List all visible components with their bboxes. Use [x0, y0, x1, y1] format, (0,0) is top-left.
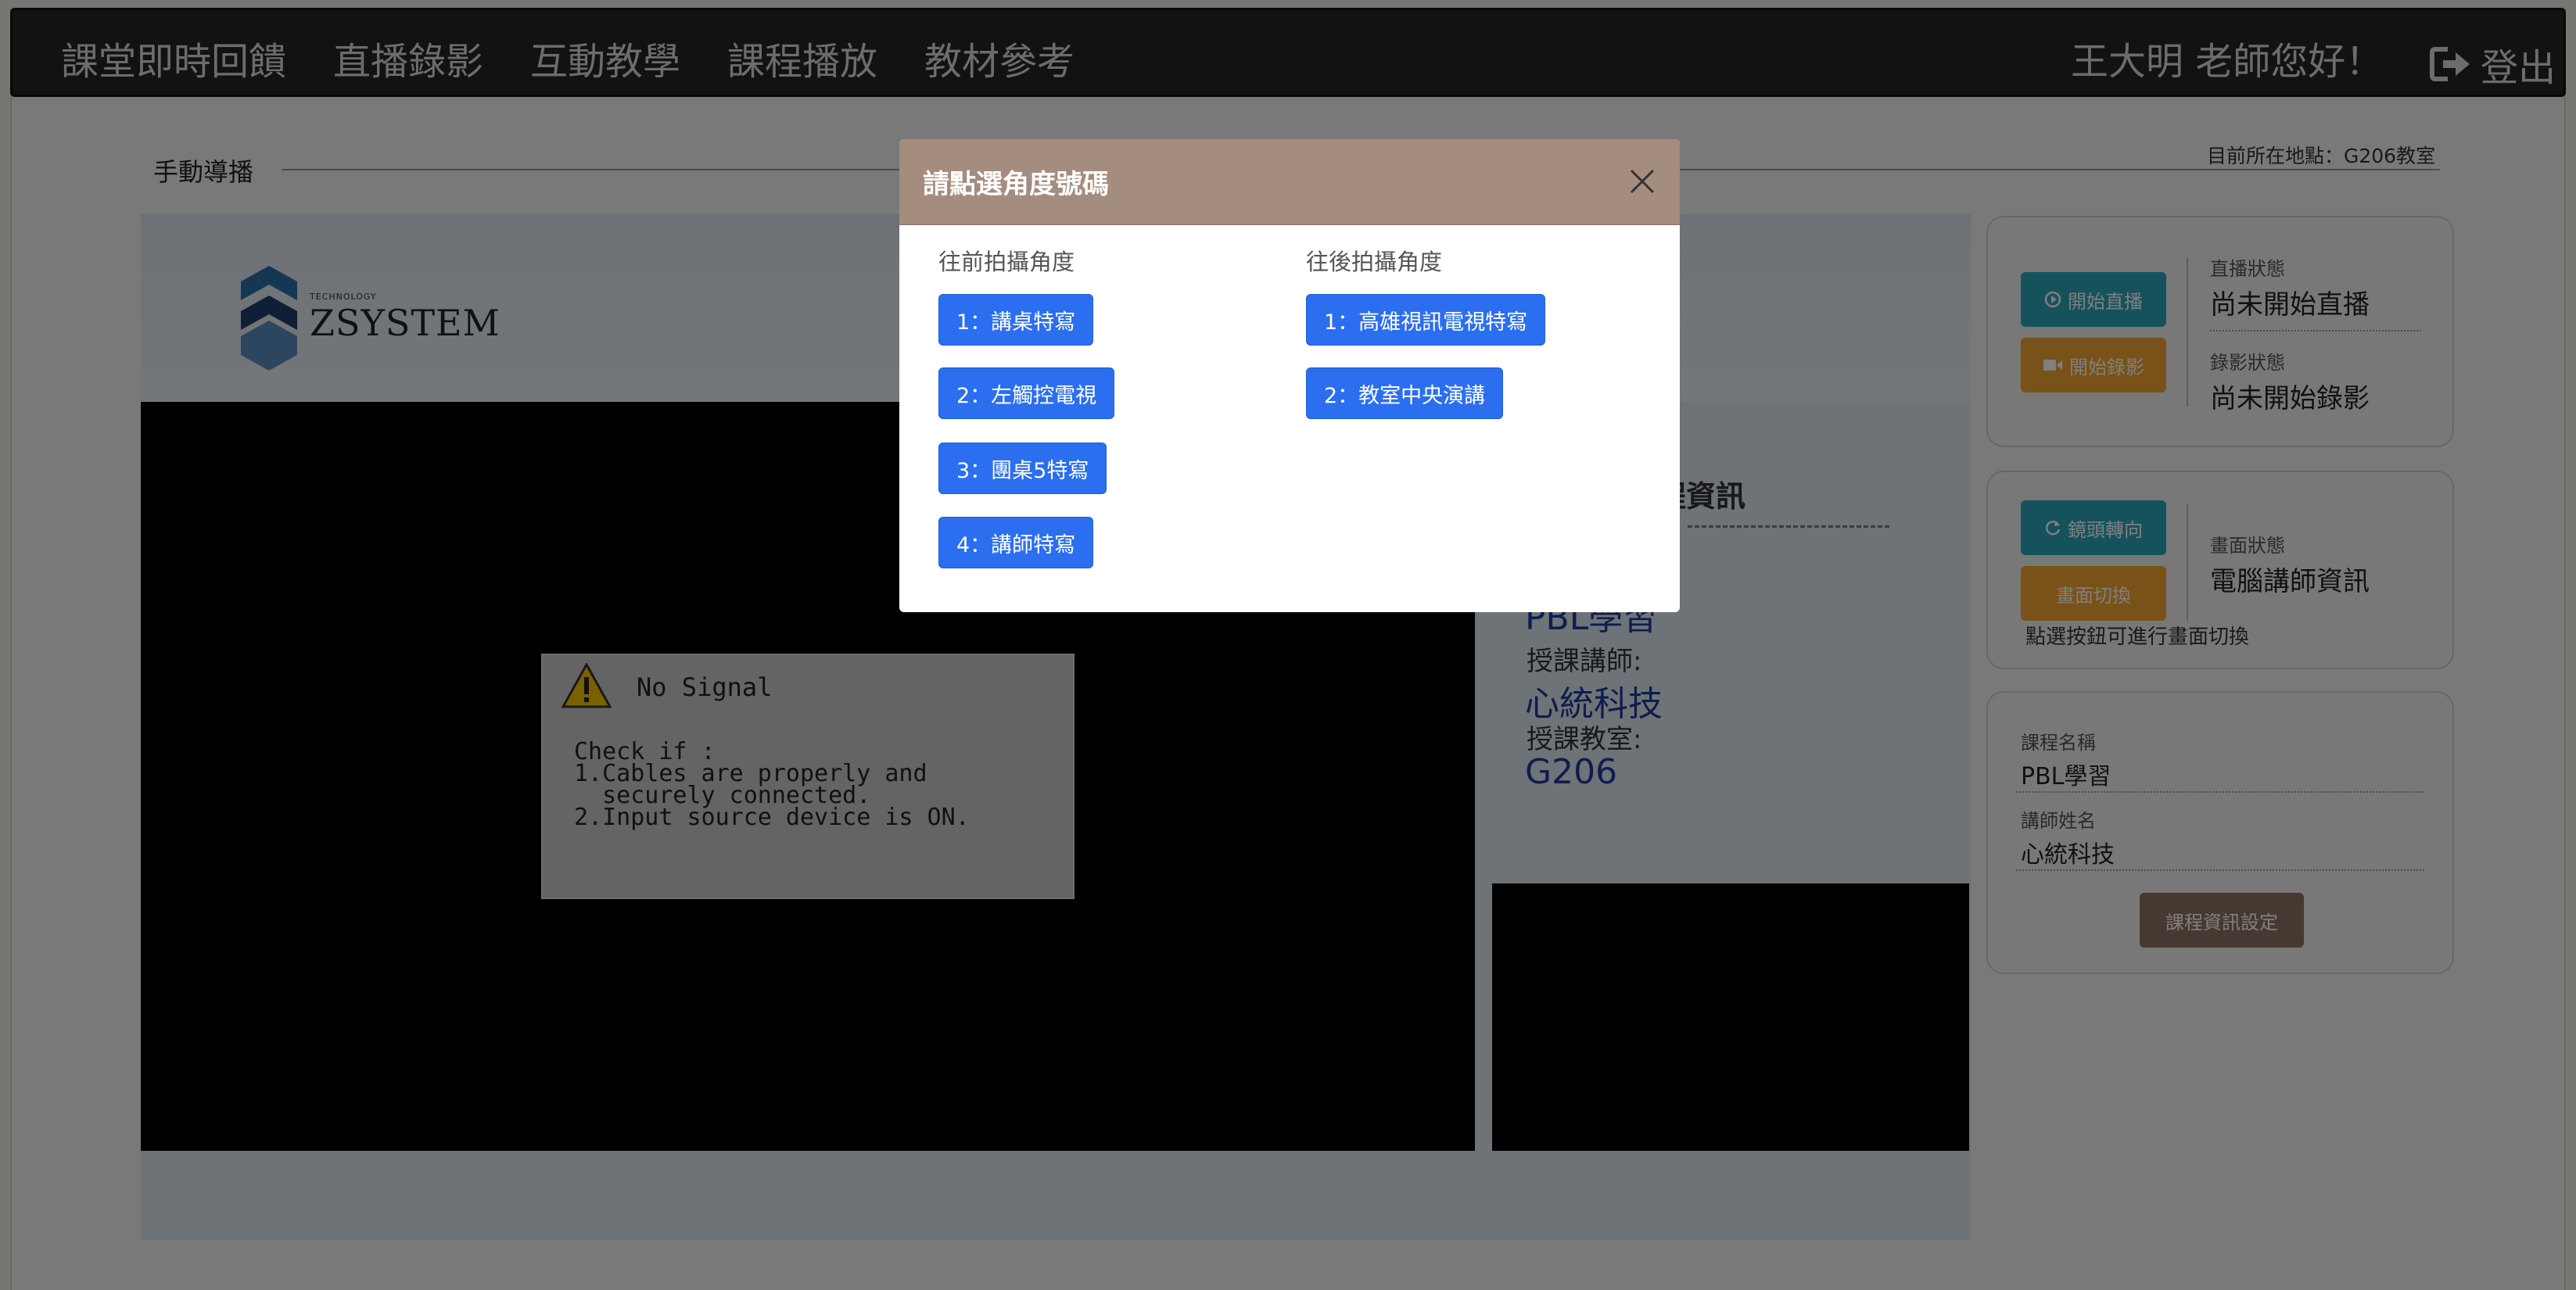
back-angle-2-button[interactable]: 2：教室中央演講 — [1306, 367, 1504, 419]
front-angle-3-button[interactable]: 3：團桌5特寫 — [938, 443, 1107, 494]
back-angle-1-button[interactable]: 1：高雄視訊電視特寫 — [1306, 294, 1546, 346]
back-angle-heading: 往後拍攝角度 — [1306, 249, 1443, 275]
angle-select-modal: 請點選角度號碼 往前拍攝角度 往後拍攝角度 1：講桌特寫 2：左觸控電視 3：團… — [899, 139, 1680, 612]
close-icon[interactable] — [1625, 164, 1659, 199]
front-angle-4-button[interactable]: 4：講師特寫 — [938, 517, 1094, 568]
modal-header: 請點選角度號碼 — [899, 139, 1680, 225]
front-angle-1-button[interactable]: 1：講桌特寫 — [938, 294, 1094, 346]
front-angle-2-button[interactable]: 2：左觸控電視 — [938, 367, 1115, 419]
modal-title: 請點選角度號碼 — [923, 169, 1109, 200]
front-angle-heading: 往前拍攝角度 — [938, 249, 1075, 275]
